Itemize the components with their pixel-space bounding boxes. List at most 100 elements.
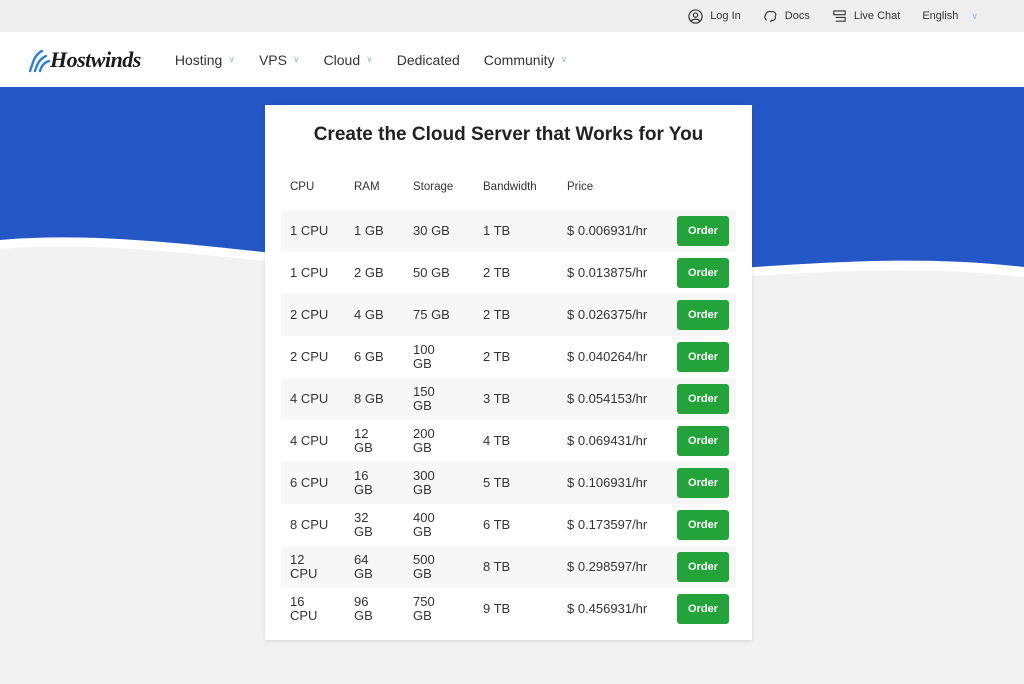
order-button[interactable]: Order xyxy=(677,258,729,288)
cell-price: $ 0.054153/hr xyxy=(558,378,668,420)
table-row: 4 CPU 8 GB 150 GB 3 TB $ 0.054153/hr Order xyxy=(281,378,736,420)
user-icon xyxy=(688,8,703,24)
docs-link[interactable]: Docs xyxy=(763,9,810,24)
order-button[interactable]: Order xyxy=(677,468,729,498)
cpu-value: 12 CPU xyxy=(290,552,318,581)
table-row: 8 CPU 32 GB 400 GB 6 TB $ 0.173597/hr Order xyxy=(281,504,736,546)
table-row: 2 CPU 6 GB 100 GB 2 TB $ 0.040264/hr Order xyxy=(281,336,736,378)
bandwidth-value: 8 TB xyxy=(483,559,511,574)
price-value: $ 0.013875/hr xyxy=(567,265,648,280)
bandwidth-value: 6 TB xyxy=(483,517,511,532)
bandwidth-value: 5 TB xyxy=(483,475,511,490)
cell-price: $ 0.006931/hr xyxy=(558,210,668,252)
table-row: 4 CPU 12 GB 200 GB 4 TB $ 0.069431/hr Order xyxy=(281,420,736,462)
docs-label: Docs xyxy=(784,10,810,22)
cell-storage: 300 GB xyxy=(404,462,474,504)
cell-storage: 75 GB xyxy=(404,294,474,336)
brain-icon xyxy=(764,10,777,22)
price-value: $ 0.040264/hr xyxy=(567,349,648,364)
cell-cpu: 4 CPU xyxy=(281,420,345,462)
hostwinds-logo[interactable]: Hostwinds xyxy=(28,47,141,73)
login-label: Log In xyxy=(710,10,741,22)
order-button[interactable]: Order xyxy=(677,426,729,456)
ram-value: 8 GB xyxy=(354,391,384,406)
cell-action: Order xyxy=(668,546,736,588)
cell-action: Order xyxy=(668,252,736,294)
order-button[interactable]: Order xyxy=(677,552,729,582)
cell-cpu: 2 CPU xyxy=(281,336,345,378)
nav-community[interactable]: Community ∨ xyxy=(484,52,567,68)
storage-value: 500 GB xyxy=(413,552,435,581)
storage-value: 300 GB xyxy=(413,468,435,497)
cell-cpu: 2 CPU xyxy=(281,294,345,336)
cell-price: $ 0.456931/hr xyxy=(558,588,668,630)
chevron-down-icon: ∨ xyxy=(366,54,373,64)
language-select[interactable]: English ∨ xyxy=(922,10,978,22)
cell-storage: 50 GB xyxy=(404,252,474,294)
bandwidth-value: 3 TB xyxy=(483,391,511,406)
nav-hosting[interactable]: Hosting ∨ xyxy=(175,52,235,68)
ram-value: 6 GB xyxy=(354,349,384,364)
bandwidth-value: 1 TB xyxy=(483,223,511,238)
cell-ram: 16 GB xyxy=(345,462,404,504)
nav-label: Dedicated xyxy=(396,51,460,68)
order-button[interactable]: Order xyxy=(677,216,729,246)
header-cpu: CPU xyxy=(290,181,315,193)
cell-storage: 150 GB xyxy=(404,378,474,420)
nav-vps[interactable]: VPS ∨ xyxy=(259,52,300,68)
order-button[interactable]: Order xyxy=(677,510,729,540)
table-row: 2 CPU 4 GB 75 GB 2 TB $ 0.026375/hr Order xyxy=(281,294,736,336)
ram-value: 4 GB xyxy=(354,307,384,322)
cell-cpu: 1 CPU xyxy=(281,252,345,294)
order-button[interactable]: Order xyxy=(677,594,729,624)
cell-action: Order xyxy=(668,420,736,462)
cpu-value: 1 CPU xyxy=(290,265,329,280)
storage-value: 750 GB xyxy=(413,594,435,623)
price-value: $ 0.298597/hr xyxy=(567,559,648,574)
chevron-down-icon: ∨ xyxy=(228,54,235,64)
order-button[interactable]: Order xyxy=(677,342,729,372)
login-link[interactable]: Log In xyxy=(688,8,741,24)
logo-text: Hostwinds xyxy=(50,46,141,72)
order-button[interactable]: Order xyxy=(677,384,729,414)
live-chat-label: Live Chat xyxy=(853,10,901,22)
order-button[interactable]: Order xyxy=(677,300,729,330)
live-chat-link[interactable]: Live Chat xyxy=(832,9,900,24)
ram-value: 96 GB xyxy=(354,594,373,623)
cpu-value: 4 CPU xyxy=(290,433,329,448)
cell-action: Order xyxy=(668,588,736,630)
cell-price: $ 0.298597/hr xyxy=(558,546,668,588)
storage-value: 30 GB xyxy=(413,223,450,238)
cell-price: $ 0.173597/hr xyxy=(558,504,668,546)
table-row: 6 CPU 16 GB 300 GB 5 TB $ 0.106931/hr Order xyxy=(281,462,736,504)
cell-bandwidth: 5 TB xyxy=(474,462,558,504)
cell-action: Order xyxy=(668,294,736,336)
cell-ram: 4 GB xyxy=(345,294,404,336)
price-value: $ 0.456931/hr xyxy=(567,601,648,616)
cell-cpu: 6 CPU xyxy=(281,462,345,504)
cell-cpu: 8 CPU xyxy=(281,504,345,546)
cell-ram: 12 GB xyxy=(345,420,404,462)
cpu-value: 16 CPU xyxy=(290,594,318,623)
header-bandwidth: Bandwidth xyxy=(483,181,537,193)
table-header: CPU RAM Storage Bandwidth Price xyxy=(281,164,736,210)
cpu-value: 4 CPU xyxy=(290,391,329,406)
cell-ram: 8 GB xyxy=(345,378,404,420)
header-storage: Storage xyxy=(413,181,454,193)
table-row: 12 CPU 64 GB 500 GB 8 TB $ 0.298597/hr Order xyxy=(281,546,736,588)
nav-dedicated[interactable]: Dedicated xyxy=(397,52,460,68)
cell-storage: 500 GB xyxy=(404,546,474,588)
header-price: Price xyxy=(567,181,594,193)
nav-cloud[interactable]: Cloud ∨ xyxy=(324,52,373,68)
ram-value: 64 GB xyxy=(354,552,373,581)
storage-value: 100 GB xyxy=(413,342,435,371)
nav-label: Community xyxy=(483,51,555,68)
ram-value: 32 GB xyxy=(354,510,373,539)
pricing-card: Create the Cloud Server that Works for Y… xyxy=(265,105,752,640)
cell-bandwidth: 3 TB xyxy=(474,378,558,420)
cell-action: Order xyxy=(668,210,736,252)
price-value: $ 0.026375/hr xyxy=(567,307,648,322)
storage-value: 50 GB xyxy=(413,265,450,280)
cell-bandwidth: 6 TB xyxy=(474,504,558,546)
table-row: 1 CPU 1 GB 30 GB 1 TB $ 0.006931/hr Order xyxy=(281,210,736,252)
